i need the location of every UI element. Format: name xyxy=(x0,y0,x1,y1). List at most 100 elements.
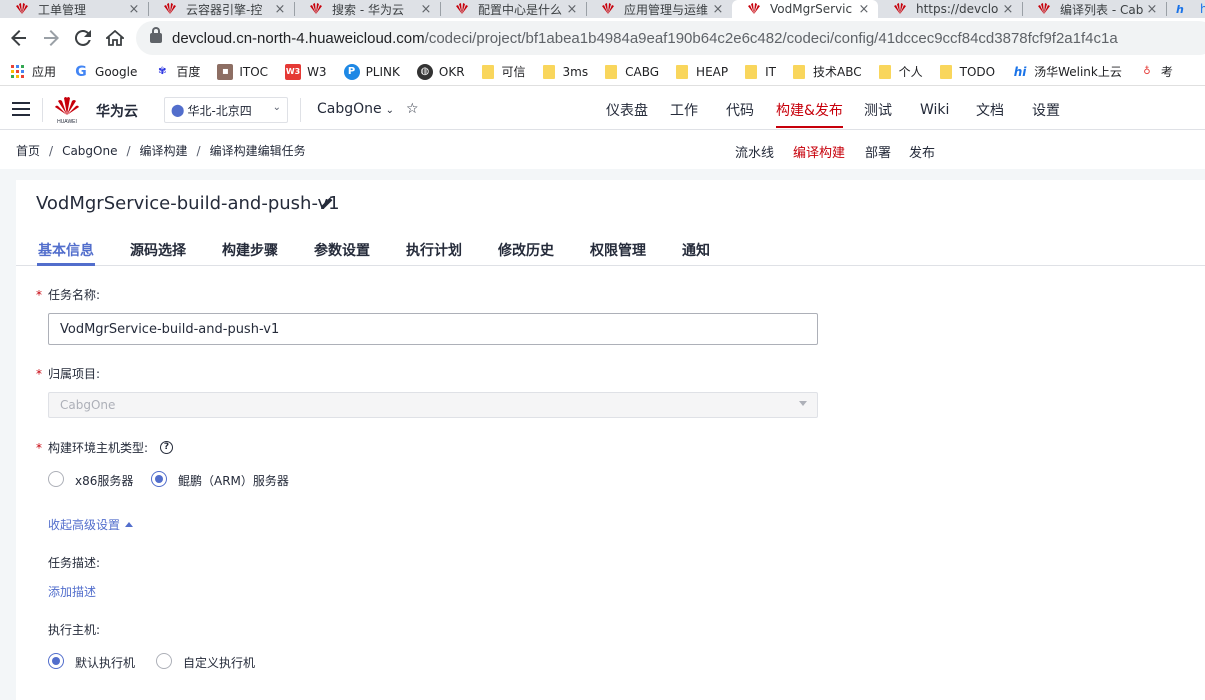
browser-tab[interactable]: 配置中心是什么 × xyxy=(440,0,586,18)
chevron-down-icon: ⌄ xyxy=(272,102,281,113)
browser-tab[interactable]: https://devclo × xyxy=(878,0,1022,18)
close-icon[interactable]: × xyxy=(564,2,580,17)
folder-icon xyxy=(542,64,555,79)
nav-work[interactable]: 工作 xyxy=(670,90,698,130)
tab-title: h xyxy=(1200,2,1205,16)
close-icon[interactable]: × xyxy=(272,2,288,17)
tab-title: VodMgrServic xyxy=(770,2,853,16)
advanced-settings-toggle[interactable]: 收起高级设置 xyxy=(48,516,134,533)
nav-docs[interactable]: 文档 xyxy=(976,90,1004,130)
huawei-logo-icon xyxy=(1036,3,1052,15)
globe-icon: ◍ xyxy=(416,63,433,80)
bookmark-folder[interactable]: CABG xyxy=(605,64,659,79)
nav-dashboard[interactable]: 仪表盘 xyxy=(606,90,648,130)
region-select[interactable]: ⬤ 华北-北京四 ⌄ xyxy=(164,97,288,123)
tab-divider xyxy=(16,265,1205,266)
bookmark-folder[interactable]: HEAP xyxy=(676,64,728,79)
svg-text:HUAWEI: HUAWEI xyxy=(57,119,77,125)
edit-pencil-icon[interactable] xyxy=(320,195,334,209)
bookmark-folder[interactable]: TODO xyxy=(939,64,995,79)
back-button[interactable] xyxy=(3,22,35,54)
bookmark-kao[interactable]: ♁ 考 xyxy=(1139,63,1173,80)
subnav-deploy[interactable]: 部署 xyxy=(865,142,891,161)
browser-tab[interactable]: 编译列表 - Cab × xyxy=(1022,0,1166,18)
project-switcher[interactable]: CabgOne ⌄ xyxy=(317,101,394,117)
tab-notifications[interactable]: 通知 xyxy=(682,240,710,260)
close-icon[interactable]: × xyxy=(1144,2,1160,17)
subnav-release[interactable]: 发布 xyxy=(909,142,935,161)
bookmark-folder[interactable]: 个人 xyxy=(878,63,923,80)
tab-permissions[interactable]: 权限管理 xyxy=(590,240,646,260)
close-icon[interactable]: × xyxy=(710,2,726,17)
radio-arm-label[interactable]: 鲲鹏（ARM）服务器 xyxy=(178,472,289,489)
huawei-logo[interactable]: HUAWEI xyxy=(52,95,82,125)
help-question-icon[interactable]: ? xyxy=(160,441,173,454)
browser-tab[interactable]: 应用管理与运维 × xyxy=(586,0,732,18)
executor-label: 执行主机: xyxy=(48,623,101,637)
browser-tab[interactable]: h h xyxy=(1166,0,1205,18)
browser-tab[interactable]: 工单管理 × xyxy=(0,0,148,18)
url-path: /codeci/project/bf1abea1b4984a9eaf190b64… xyxy=(424,29,1118,47)
welink-icon: hi xyxy=(1013,64,1027,79)
close-icon[interactable]: × xyxy=(126,2,142,17)
breadcrumb-home[interactable]: 首页 xyxy=(16,144,40,158)
folder-icon xyxy=(939,64,952,79)
bookmark-w3[interactable]: W3 W3 xyxy=(285,63,327,80)
radio-default-executor[interactable] xyxy=(48,653,64,669)
radio-custom-executor-label[interactable]: 自定义执行机 xyxy=(183,654,255,671)
nav-code[interactable]: 代码 xyxy=(726,90,754,130)
radio-x86[interactable] xyxy=(48,471,64,487)
reload-button[interactable] xyxy=(67,22,99,54)
task-name-input[interactable]: VodMgrService-build-and-push-v1 xyxy=(48,313,818,345)
browser-tab-active[interactable]: VodMgrServic × xyxy=(732,0,878,18)
bookmark-folder[interactable]: 可信 xyxy=(481,63,526,80)
bookmark-welink[interactable]: hi 汤华Welink上云 xyxy=(1012,63,1122,80)
tab-build-steps[interactable]: 构建步骤 xyxy=(222,240,278,260)
huawei-logo-icon xyxy=(162,3,178,15)
bookmark-baidu[interactable]: ✾ 百度 xyxy=(154,63,200,80)
nav-build-release[interactable]: 构建&发布 xyxy=(776,90,843,130)
bookmark-apps[interactable]: 应用 xyxy=(10,63,56,80)
close-icon[interactable]: × xyxy=(1000,2,1016,17)
breadcrumb-project[interactable]: CabgOne xyxy=(62,144,117,158)
radio-default-executor-label[interactable]: 默认执行机 xyxy=(75,654,135,671)
bookmark-folder[interactable]: 技术ABC xyxy=(792,63,862,80)
tab-basic-info[interactable]: 基本信息 xyxy=(38,240,94,260)
close-icon[interactable]: × xyxy=(856,2,872,17)
menu-icon[interactable] xyxy=(12,102,30,116)
radio-custom-executor[interactable] xyxy=(156,653,172,669)
browser-tab[interactable]: 搜索 - 华为云 × xyxy=(294,0,440,18)
caret-up-icon xyxy=(125,522,134,527)
address-bar[interactable]: devcloud.cn-north-4.huaweicloud.com/code… xyxy=(136,21,1205,55)
subnav-build[interactable]: 编译构建 xyxy=(793,142,845,161)
close-icon[interactable]: × xyxy=(418,2,434,17)
lock-icon xyxy=(150,27,162,43)
tab-schedule[interactable]: 执行计划 xyxy=(406,240,462,260)
nav-wiki[interactable]: Wiki xyxy=(920,90,949,130)
bookmark-itoc[interactable]: ▪ ITOC xyxy=(217,63,268,80)
add-description-link[interactable]: 添加描述 xyxy=(48,583,96,600)
bookmark-okr[interactable]: ◍ OKR xyxy=(416,63,465,80)
bookmark-google[interactable]: G Google xyxy=(73,64,137,80)
host-type-label: * 构建环境主机类型: xyxy=(36,441,149,455)
huawei-logo-icon xyxy=(14,3,30,15)
tab-parameters[interactable]: 参数设置 xyxy=(314,240,370,260)
project-select: CabgOne xyxy=(48,392,818,418)
tab-history[interactable]: 修改历史 xyxy=(498,240,554,260)
home-button[interactable] xyxy=(99,22,131,54)
baidu-paw-icon: ✾ xyxy=(158,66,167,77)
chevron-down-icon: ⌄ xyxy=(385,105,395,116)
bookmark-folder[interactable]: 3ms xyxy=(542,64,588,79)
breadcrumb-build[interactable]: 编译构建 xyxy=(140,144,188,158)
bookmark-plink[interactable]: P PLINK xyxy=(343,63,400,80)
radio-arm[interactable] xyxy=(151,471,167,487)
tab-source[interactable]: 源码选择 xyxy=(130,240,186,260)
radio-x86-label[interactable]: x86服务器 xyxy=(75,472,133,489)
nav-settings[interactable]: 设置 xyxy=(1032,90,1060,130)
subnav-pipeline[interactable]: 流水线 xyxy=(735,142,774,161)
bookmark-folder[interactable]: IT xyxy=(745,64,776,79)
favorite-star-icon[interactable]: ☆ xyxy=(406,101,419,117)
forward-button[interactable] xyxy=(35,22,67,54)
nav-test[interactable]: 测试 xyxy=(864,90,892,130)
browser-tab[interactable]: 云容器引擎-控 × xyxy=(148,0,294,18)
